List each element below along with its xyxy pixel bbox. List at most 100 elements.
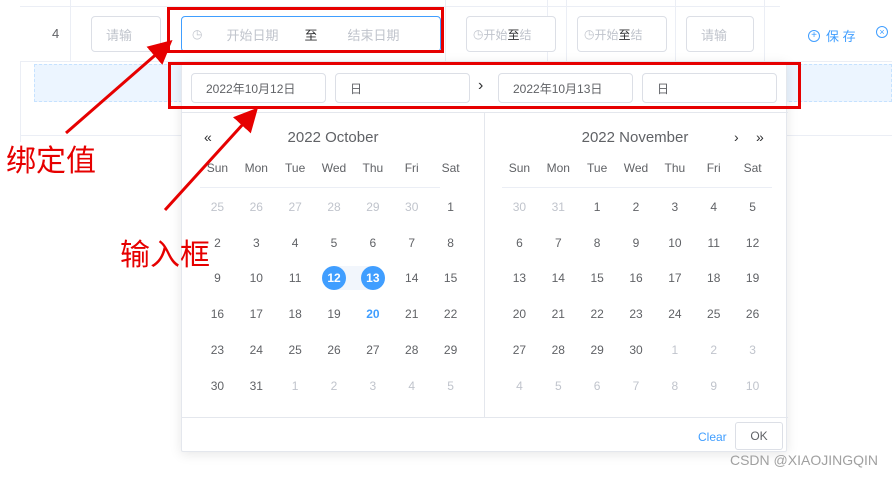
- day-cell[interactable]: 1: [276, 374, 315, 398]
- day-cell[interactable]: 5: [315, 231, 354, 255]
- day-cell[interactable]: 5: [431, 374, 470, 398]
- day-cell[interactable]: 26: [237, 195, 276, 219]
- day-cell[interactable]: 6: [500, 231, 539, 255]
- day-cell[interactable]: 6: [578, 374, 617, 398]
- day-cell[interactable]: 12: [733, 231, 772, 255]
- day-cell[interactable]: 13: [353, 266, 392, 291]
- day-cell[interactable]: 9: [198, 266, 237, 290]
- clock-icon: ◷: [473, 27, 484, 41]
- day-cell[interactable]: 8: [431, 231, 470, 255]
- day-cell[interactable]: 11: [276, 266, 315, 290]
- day-cell[interactable]: 23: [198, 338, 237, 362]
- day-cell[interactable]: 8: [655, 374, 694, 398]
- day-cell[interactable]: 26: [315, 338, 354, 362]
- day-cell[interactable]: 4: [500, 374, 539, 398]
- day-cell[interactable]: 3: [237, 231, 276, 255]
- date-range-input-small[interactable]: ◷ 开始 至 结: [577, 16, 667, 52]
- day-cell[interactable]: 10: [733, 374, 772, 398]
- day-cell[interactable]: 2: [198, 231, 237, 255]
- day-cell[interactable]: 5: [539, 374, 578, 398]
- day-cell[interactable]: 15: [578, 266, 617, 290]
- day-cell[interactable]: 10: [237, 266, 276, 290]
- day-cell[interactable]: 10: [655, 231, 694, 255]
- day-cell[interactable]: 18: [276, 302, 315, 326]
- day-cell[interactable]: 2: [315, 374, 354, 398]
- day-cell[interactable]: 7: [539, 231, 578, 255]
- day-cell[interactable]: 1: [431, 195, 470, 219]
- day-cell[interactable]: 9: [694, 374, 733, 398]
- day-cell[interactable]: 12: [315, 266, 354, 291]
- day-cell[interactable]: 3: [353, 374, 392, 398]
- day-cell[interactable]: 2: [617, 195, 656, 219]
- day-cell[interactable]: 30: [198, 374, 237, 398]
- day-cell[interactable]: 15: [431, 266, 470, 290]
- day-cell[interactable]: 14: [539, 266, 578, 290]
- day-cell[interactable]: 30: [617, 338, 656, 362]
- ok-button[interactable]: OK: [735, 422, 783, 450]
- day-cell[interactable]: 4: [392, 374, 431, 398]
- day-cell[interactable]: 20: [353, 302, 392, 326]
- day-cell[interactable]: 3: [655, 195, 694, 219]
- save-label: 保 存: [826, 29, 856, 44]
- day-cell[interactable]: 29: [431, 338, 470, 362]
- weekday-label: Sun: [206, 161, 229, 175]
- day-cell[interactable]: 28: [392, 338, 431, 362]
- day-cell[interactable]: 16: [198, 302, 237, 326]
- day-cell[interactable]: 27: [276, 195, 315, 219]
- text-input[interactable]: 请输: [91, 16, 161, 52]
- day-cell[interactable]: 11: [694, 231, 733, 255]
- day-cell[interactable]: 21: [392, 302, 431, 326]
- day-cell[interactable]: 4: [694, 195, 733, 219]
- day-cell[interactable]: 4: [276, 231, 315, 255]
- date-range-input-small[interactable]: ◷ 开始 至 结: [466, 16, 556, 52]
- day-cell[interactable]: 19: [733, 266, 772, 290]
- day-cell[interactable]: 29: [578, 338, 617, 362]
- day-cell[interactable]: 30: [500, 195, 539, 219]
- day-cell[interactable]: 18: [694, 266, 733, 290]
- day-cell[interactable]: 24: [655, 302, 694, 326]
- day-cell[interactable]: 17: [655, 266, 694, 290]
- day-cell[interactable]: 8: [578, 231, 617, 255]
- day-cell[interactable]: 26: [733, 302, 772, 326]
- day-cell[interactable]: 1: [578, 195, 617, 219]
- next-year-button[interactable]: »: [756, 129, 764, 145]
- day-cell[interactable]: 3: [733, 338, 772, 362]
- day-cell[interactable]: 23: [617, 302, 656, 326]
- day-cell[interactable]: 16: [617, 266, 656, 290]
- day-cell[interactable]: 28: [315, 195, 354, 219]
- day-cell[interactable]: 13: [500, 266, 539, 290]
- day-cell[interactable]: 31: [237, 374, 276, 398]
- day-cell[interactable]: 5: [733, 195, 772, 219]
- day-cell[interactable]: 29: [353, 195, 392, 219]
- right-month-title: 2022 November: [581, 129, 689, 146]
- day-cell[interactable]: 28: [539, 338, 578, 362]
- day-cell[interactable]: 14: [392, 266, 431, 290]
- day-cell[interactable]: 1: [655, 338, 694, 362]
- day-cell[interactable]: 9: [617, 231, 656, 255]
- day-cell[interactable]: 25: [276, 338, 315, 362]
- day-cell[interactable]: 22: [578, 302, 617, 326]
- day-cell[interactable]: 20: [500, 302, 539, 326]
- week-row: 30 31 1 2 3 4 5: [198, 368, 470, 404]
- save-button[interactable]: + 保 存: [808, 26, 856, 45]
- day-cell[interactable]: 24: [237, 338, 276, 362]
- day-cell[interactable]: 25: [694, 302, 733, 326]
- day-cell[interactable]: 27: [353, 338, 392, 362]
- calendar-divider: [484, 113, 485, 417]
- day-cell[interactable]: 2: [694, 338, 733, 362]
- day-cell[interactable]: 27: [500, 338, 539, 362]
- day-cell[interactable]: 7: [392, 231, 431, 255]
- cancel-icon[interactable]: ×: [876, 26, 888, 38]
- day-cell[interactable]: 31: [539, 195, 578, 219]
- next-month-button[interactable]: ›: [734, 129, 739, 145]
- day-cell[interactable]: 21: [539, 302, 578, 326]
- day-cell[interactable]: 22: [431, 302, 470, 326]
- text-input[interactable]: 请输: [686, 16, 754, 52]
- clear-button[interactable]: Clear: [698, 430, 727, 444]
- day-cell[interactable]: 30: [392, 195, 431, 219]
- day-cell[interactable]: 7: [617, 374, 656, 398]
- day-cell[interactable]: 19: [315, 302, 354, 326]
- day-cell[interactable]: 17: [237, 302, 276, 326]
- day-cell[interactable]: 25: [198, 195, 237, 219]
- day-cell[interactable]: 6: [353, 231, 392, 255]
